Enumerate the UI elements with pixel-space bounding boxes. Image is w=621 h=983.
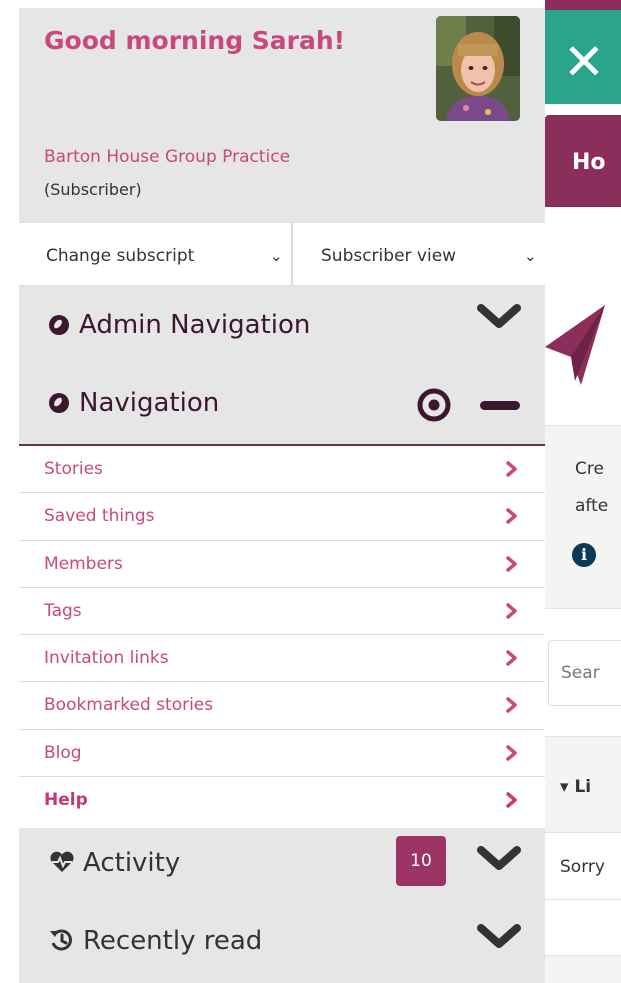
collapse-minus-icon[interactable] bbox=[480, 401, 520, 410]
sidebar-item-invitation-links[interactable]: Invitation links bbox=[19, 635, 545, 683]
avatar[interactable] bbox=[436, 16, 520, 121]
sidebar-item-stories[interactable]: Stories bbox=[19, 446, 545, 494]
greeting-title: Good morning Sarah! bbox=[44, 26, 346, 55]
sidebar-item-label: Invitation links bbox=[44, 648, 169, 669]
heartbeat-icon bbox=[50, 851, 74, 872]
sidebar-item-label: Members bbox=[44, 553, 123, 574]
recently-read-title: Recently read bbox=[49, 926, 262, 956]
info-panel-text-line1: Cre bbox=[575, 459, 604, 479]
tab-home-label: Ho bbox=[572, 150, 606, 175]
chevron-down-icon: ⌄ bbox=[270, 247, 283, 265]
chevron-right-icon bbox=[506, 650, 517, 666]
close-icon: ✕ bbox=[563, 33, 605, 91]
admin-navigation-title: Admin Navigation bbox=[49, 310, 310, 340]
activity-label: Activity bbox=[83, 848, 181, 878]
sidebar-drawer: Good morning Sarah! Barton House Group P… bbox=[19, 8, 545, 983]
info-panel-text-line2: afte bbox=[575, 496, 609, 516]
navigation-header[interactable]: Navigation bbox=[19, 366, 545, 444]
sidebar-item-blog[interactable]: Blog bbox=[19, 730, 545, 778]
subscriber-role: (Subscriber) bbox=[44, 180, 142, 199]
chevron-right-icon bbox=[506, 508, 517, 525]
sidebar-item-label: Stories bbox=[44, 459, 103, 479]
subscription-selectors: Change subscript ⌄ Subscriber view ⌄ bbox=[19, 222, 545, 287]
chevron-right-icon bbox=[506, 697, 517, 714]
tab-home[interactable]: Ho bbox=[545, 115, 621, 207]
sidebar-item-help[interactable]: Help bbox=[19, 777, 545, 824]
navigation-label: Navigation bbox=[79, 388, 220, 418]
sidebar-item-saved-things[interactable]: Saved things bbox=[19, 493, 545, 541]
target-icon[interactable] bbox=[417, 388, 451, 422]
recently-read-label: Recently read bbox=[83, 926, 263, 956]
admin-navigation-label: Admin Navigation bbox=[79, 310, 311, 340]
compass-icon bbox=[49, 393, 69, 413]
chevron-down-icon[interactable] bbox=[477, 924, 521, 952]
navigation-list: Stories Saved things Members Tags Invita… bbox=[19, 444, 545, 828]
navigation-title: Navigation bbox=[49, 388, 219, 418]
change-subscription-select-value: Change subscript bbox=[46, 246, 195, 266]
close-menu-button[interactable]: ✕ bbox=[545, 10, 621, 104]
sidebar-item-label: Saved things bbox=[44, 506, 155, 527]
history-icon bbox=[50, 929, 72, 951]
sidebar-item-label: Tags bbox=[44, 600, 82, 621]
chevron-down-icon[interactable] bbox=[477, 846, 521, 874]
chevron-down-icon: ⌄ bbox=[524, 247, 537, 265]
info-icon[interactable]: i bbox=[572, 543, 596, 567]
search-input[interactable]: Sear bbox=[548, 640, 621, 706]
activity-title: Activity bbox=[49, 848, 180, 878]
user-header: Good morning Sarah! Barton House Group P… bbox=[19, 8, 545, 222]
chevron-right-icon bbox=[506, 555, 517, 572]
page: ✕ Ho Cre afte i Sear ▾ Li Sorry Good mor… bbox=[0, 0, 621, 983]
view-select[interactable]: Subscriber view bbox=[295, 223, 545, 287]
chevron-right-icon bbox=[506, 745, 517, 761]
compass-icon bbox=[49, 315, 69, 335]
sidebar-item-label: Bookmarked stories bbox=[44, 695, 214, 716]
activity-header[interactable]: Activity bbox=[19, 828, 545, 906]
change-subscription-select[interactable]: Change subscript bbox=[37, 223, 293, 287]
view-select-value: Subscriber view bbox=[321, 246, 457, 266]
chevron-down-icon[interactable] bbox=[477, 304, 521, 332]
empty-message: Sorry bbox=[545, 832, 621, 900]
top-bar bbox=[545, 0, 621, 10]
activity-count-badge: 10 bbox=[396, 836, 446, 886]
practice-name-link[interactable]: Barton House Group Practice bbox=[44, 147, 290, 167]
sidebar-item-bookmarked-stories[interactable]: Bookmarked stories bbox=[19, 682, 545, 730]
chevron-right-icon bbox=[506, 792, 517, 808]
chevron-right-icon bbox=[506, 603, 517, 619]
admin-navigation-header[interactable]: Admin Navigation bbox=[19, 288, 545, 366]
recently-read-header[interactable]: Recently read bbox=[19, 906, 545, 983]
info-panel bbox=[545, 425, 621, 609]
sidebar-item-members[interactable]: Members bbox=[19, 541, 545, 588]
chevron-right-icon bbox=[506, 461, 517, 477]
sidebar-item-label: Blog bbox=[44, 742, 82, 763]
list-section-toggle[interactable]: ▾ Li bbox=[545, 736, 621, 832]
sidebar-item-tags[interactable]: Tags bbox=[19, 588, 545, 636]
paper-plane-icon bbox=[545, 305, 605, 385]
sidebar-item-label: Help bbox=[44, 790, 88, 811]
bottom-panel bbox=[545, 955, 621, 983]
